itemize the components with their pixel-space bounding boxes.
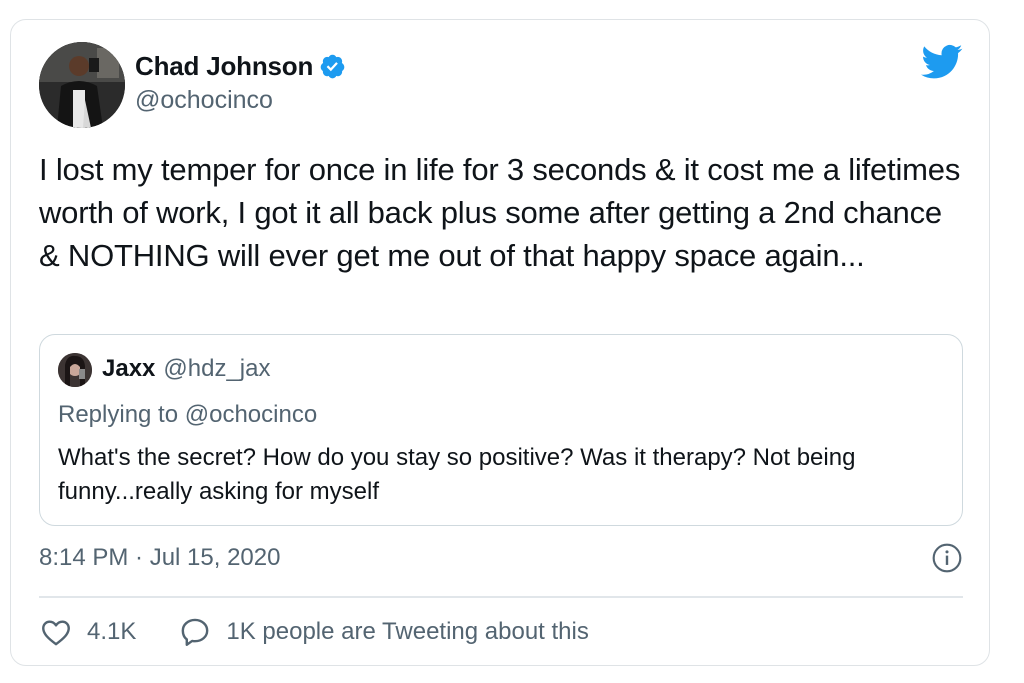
tweet-embed-card[interactable]: Chad Johnson @ochocinco I lost my temper… <box>10 19 990 666</box>
conversation-label: 1K people are Tweeting about this <box>226 618 589 645</box>
action-bar: 4.1K 1K people are Tweeting about this <box>39 614 589 650</box>
tweet-timestamp[interactable]: 8:14 PM · Jul 15, 2020 <box>39 544 280 572</box>
speech-bubble-icon <box>181 618 209 646</box>
quoted-tweet-text: What's the secret? How do you stay so po… <box>58 444 856 505</box>
quoted-author-avatar[interactable] <box>58 353 92 387</box>
twitter-bird-icon[interactable] <box>921 44 963 80</box>
heart-icon <box>42 620 70 646</box>
verified-badge-icon <box>319 53 346 80</box>
conversation-link[interactable]: 1K people are Tweeting about this <box>178 615 589 649</box>
tweet-text: I lost my temper for once in life for 3 … <box>39 152 961 273</box>
author-name[interactable]: Chad Johnson <box>135 51 313 82</box>
info-icon[interactable] <box>931 542 963 574</box>
author-name-row: Chad Johnson <box>135 50 346 82</box>
quoted-author-handle[interactable]: @hdz_jax <box>163 355 270 383</box>
like-count: 4.1K <box>87 618 137 645</box>
quoted-tweet[interactable]: Jaxx @hdz_jax Replying to @ochocinco Wha… <box>39 334 963 526</box>
divider <box>39 596 963 598</box>
quoted-author-row: Jaxx @hdz_jax <box>102 355 270 383</box>
author-handle[interactable]: @ochocinco <box>135 86 273 115</box>
like-button[interactable]: 4.1K <box>39 615 136 649</box>
replying-to-label[interactable]: Replying to @ochocinco <box>58 401 317 429</box>
author-avatar[interactable] <box>39 42 125 128</box>
quoted-author-name[interactable]: Jaxx <box>102 355 155 383</box>
